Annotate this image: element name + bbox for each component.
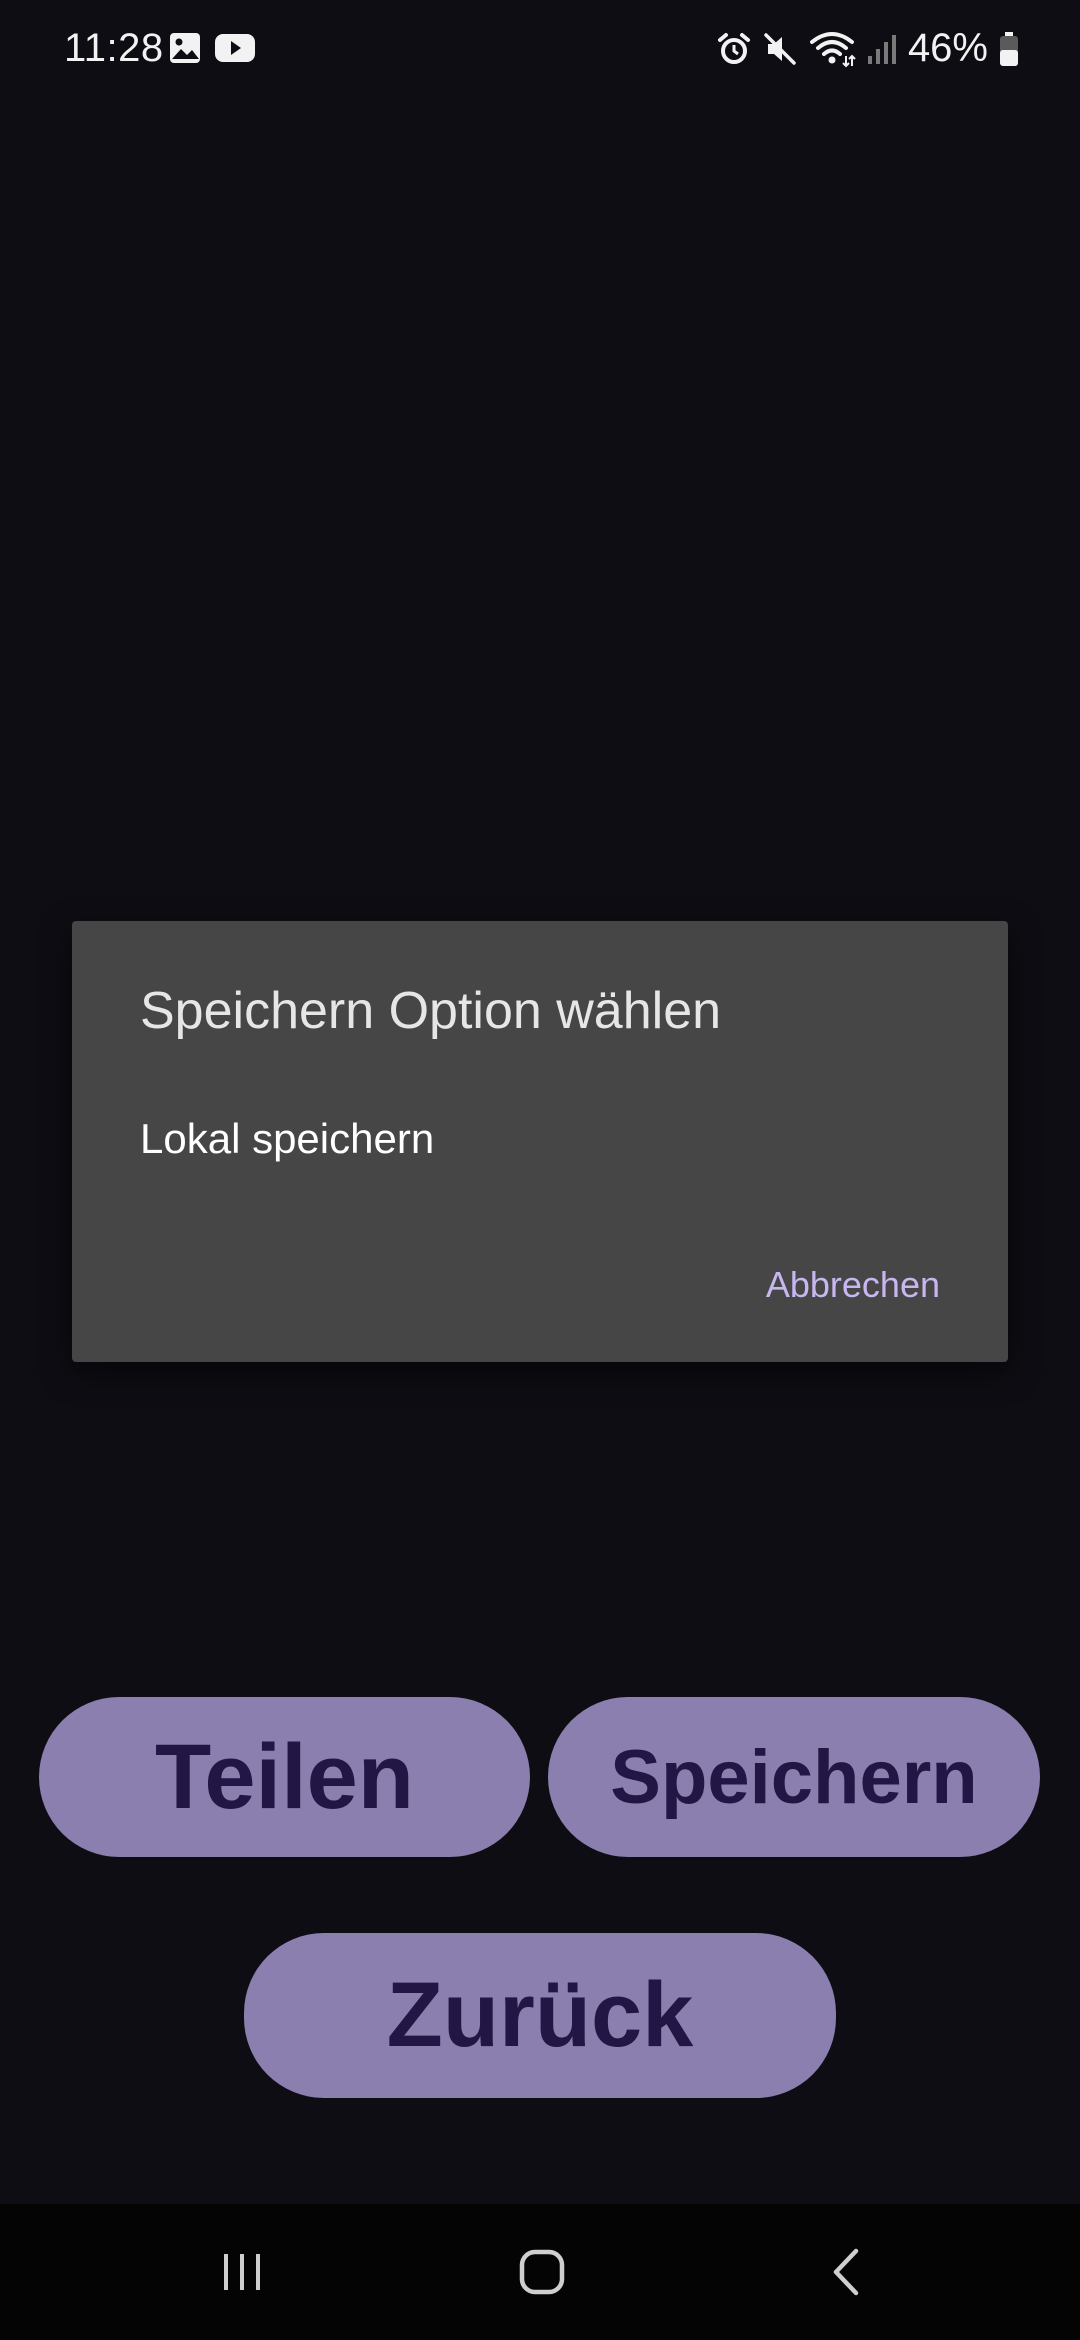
back-icon[interactable]	[814, 2240, 878, 2304]
back-button[interactable]: Zurück	[244, 1933, 836, 2098]
status-time: 11:28	[64, 26, 164, 70]
battery-percent: 46%	[907, 26, 988, 70]
wifi-icon	[808, 30, 856, 68]
status-right-icons: 46%	[716, 26, 1020, 71]
recents-icon[interactable]	[210, 2240, 274, 2304]
status-left-icons	[168, 31, 256, 70]
battery-icon	[998, 31, 1020, 67]
save-options-dialog: Speichern Option wählen Lokal speichern …	[72, 921, 1008, 1362]
youtube-icon	[214, 32, 256, 69]
dialog-title: Speichern Option wählen	[140, 982, 722, 1040]
save-locally-option[interactable]: Lokal speichern	[140, 1115, 434, 1163]
alarm-icon	[716, 31, 752, 67]
navigation-bar	[0, 2204, 1080, 2340]
status-bar: 11:28 46%	[0, 0, 1080, 100]
share-button[interactable]: Teilen	[39, 1697, 530, 1857]
home-icon[interactable]	[510, 2240, 574, 2304]
gallery-icon	[168, 31, 202, 70]
cancel-button[interactable]: Abbrechen	[766, 1264, 940, 1306]
signal-icon	[866, 32, 898, 66]
mute-icon	[762, 31, 798, 67]
save-button[interactable]: Speichern	[548, 1697, 1040, 1857]
